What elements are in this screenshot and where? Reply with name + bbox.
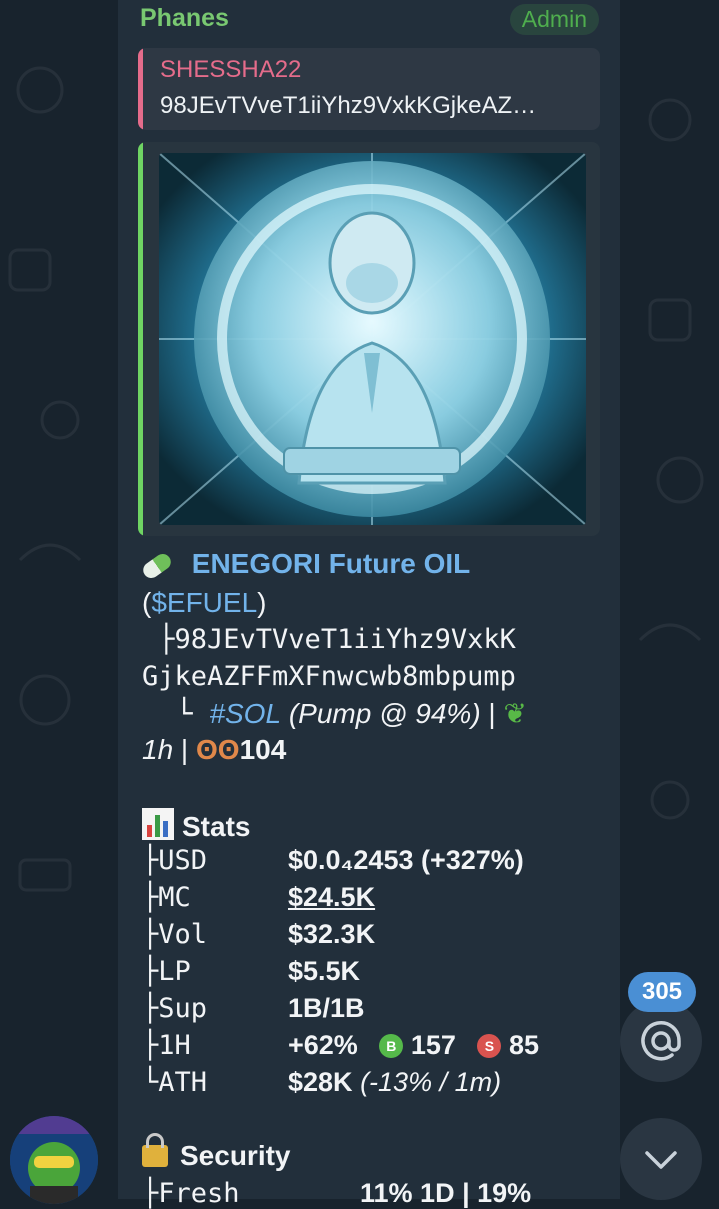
chain-hashtag[interactable]: #SOL xyxy=(209,698,281,729)
market-cap-link[interactable]: $24.5K xyxy=(288,882,375,912)
scroll-down-button[interactable] xyxy=(620,1118,702,1200)
stats-key: ├1H xyxy=(142,1030,191,1061)
stats-key: ├LP xyxy=(142,956,191,987)
security-row-fresh: ├Fresh 11% 1D | 19% xyxy=(142,1178,531,1209)
token-address-part2: GjkeAZFFmXFnwcwb8mbpump xyxy=(142,661,516,692)
lock-icon xyxy=(142,1133,168,1167)
age-line: 1h | ʘʘ104 xyxy=(142,734,286,766)
stats-row-usd: ├USD $0.0₄2453 (+327%) xyxy=(142,845,524,876)
token-name-link[interactable]: ENEGORI Future OIL xyxy=(192,548,470,579)
buy-icon: B xyxy=(379,1034,404,1058)
stats-key: ├Sup xyxy=(142,993,208,1024)
address-line-2[interactable]: GjkeAZFFmXFnwcwb8mbpump xyxy=(142,661,516,692)
token-image[interactable] xyxy=(159,153,586,525)
stats-value: $32.3K xyxy=(288,919,376,949)
security-header: Security xyxy=(142,1133,291,1172)
stats-value: $0.0₄2453 (+327%) xyxy=(288,845,524,875)
sender-avatar[interactable] xyxy=(10,1116,98,1204)
chevron-down-icon xyxy=(645,1151,677,1169)
seedling-icon: ❦ xyxy=(503,698,527,729)
stats-row-mc: ├MC $24.5K xyxy=(142,882,375,913)
at-icon xyxy=(641,1021,681,1061)
token-title-line: ENEGORI Future OIL xyxy=(140,548,470,581)
chart-icon xyxy=(142,808,174,840)
preview-accent-bar xyxy=(138,142,143,536)
reply-text: 98JEvTVveT1iiYhz9VxkKGjkeAZ… xyxy=(160,92,537,119)
stats-value: +62% xyxy=(288,1030,358,1060)
security-value: 11% 1D | 19% xyxy=(360,1178,532,1208)
stats-key: ├Vol xyxy=(142,919,208,950)
separator-1: | xyxy=(480,698,504,729)
security-title: Security xyxy=(180,1140,291,1171)
sell-count: 85 xyxy=(508,1030,539,1060)
stats-title: Stats xyxy=(182,811,251,842)
tree-end-icon: └ xyxy=(142,697,210,730)
reply-accent-bar xyxy=(138,48,143,130)
security-key: ├Fresh xyxy=(142,1178,240,1209)
buy-count: 157 xyxy=(410,1030,456,1060)
stats-row-ath: └ATH $28K (-13% / 1m) xyxy=(142,1067,501,1098)
stats-value: 1B/1B xyxy=(288,993,365,1023)
stats-row-lp: ├LP $5.5K xyxy=(142,956,360,987)
tree-branch-icon: ├ xyxy=(142,624,175,655)
ath-extra: (-13% / 1m) xyxy=(360,1067,502,1097)
ticker-open: ( xyxy=(142,587,152,618)
pump-status: (Pump @ 94%) xyxy=(288,698,481,729)
reply-author: SHESSHA22 xyxy=(160,56,302,83)
eyes-icon: ʘʘ xyxy=(196,734,240,765)
stats-key: ├USD xyxy=(142,845,208,876)
token-address-part1: 98JEvTVveT1iiYhz9VxkK xyxy=(174,624,516,655)
sender-name[interactable]: Phanes xyxy=(140,4,229,33)
pill-icon xyxy=(140,550,174,581)
token-age: 1h xyxy=(142,734,174,765)
link-preview-media[interactable] xyxy=(138,142,600,536)
mention-count-badge: 305 xyxy=(628,972,696,1012)
stats-row-1h: ├1H +62% B 157 S 85 xyxy=(142,1030,539,1061)
stats-row-sup: ├Sup 1B/1B xyxy=(142,993,365,1024)
ticker-link[interactable]: $EFUEL xyxy=(151,587,257,618)
ticker-close: ) xyxy=(257,587,267,618)
stats-value: $5.5K xyxy=(288,956,361,986)
separator-2: | xyxy=(173,734,196,765)
stats-header: Stats xyxy=(142,808,250,843)
stats-value: $28K xyxy=(288,1067,353,1097)
sell-icon: S xyxy=(477,1034,502,1058)
admin-badge: Admin xyxy=(509,4,599,35)
address-line-1[interactable]: ├98JEvTVveT1iiYhz9VxkK xyxy=(142,624,516,655)
token-ticker-line: ($EFUEL) xyxy=(142,587,266,619)
stats-key: ├MC xyxy=(142,882,191,913)
view-count: 104 xyxy=(239,734,287,765)
mention-button[interactable] xyxy=(620,1000,702,1082)
reply-preview[interactable]: SHESSHA22 98JEvTVveT1iiYhz9VxkKGjkeAZ… xyxy=(138,48,600,130)
chain-line: └ #SOL (Pump @ 94%) | ❦ xyxy=(142,697,527,730)
stats-row-vol: ├Vol $32.3K xyxy=(142,919,375,950)
stats-key: └ATH xyxy=(142,1067,208,1098)
